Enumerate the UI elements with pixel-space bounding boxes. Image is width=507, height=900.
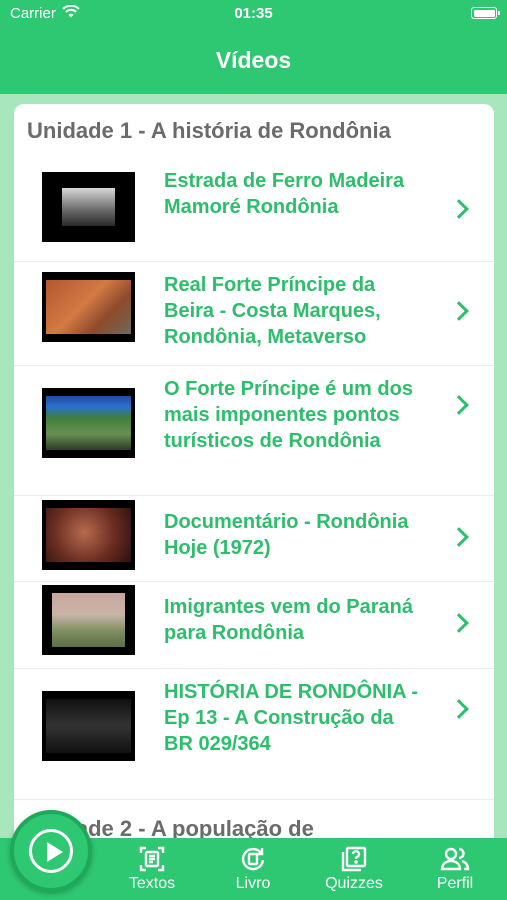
video-row[interactable]: HISTÓRIA DE RONDÔNIA - Ep 13 - A Constru… <box>14 669 494 800</box>
question-book-icon <box>340 844 368 874</box>
chevron-right-icon <box>449 199 469 219</box>
tab-label: Textos <box>128 875 176 892</box>
carrier-label: Carrier <box>10 4 56 22</box>
video-thumbnail <box>42 388 135 458</box>
video-thumbnail <box>42 272 135 342</box>
book-refresh-icon <box>239 844 267 874</box>
chevron-right-icon <box>449 301 469 321</box>
video-thumbnail <box>42 172 135 242</box>
video-title: Real Forte Príncipe da Beira - Costa Mar… <box>164 274 381 348</box>
tab-perfil[interactable]: Perfil <box>410 838 500 900</box>
video-title: Documentário - Rondônia Hoje (1972) <box>164 511 409 559</box>
tab-label: Quizzes <box>325 875 383 892</box>
tab-label: Livro <box>235 875 271 892</box>
video-title: HISTÓRIA DE RONDÔNIA - Ep 13 - A Constru… <box>164 681 419 755</box>
chevron-right-icon <box>449 527 469 547</box>
battery-icon <box>471 7 500 19</box>
video-thumbnail <box>42 500 135 570</box>
document-scan-icon <box>138 844 166 874</box>
video-title: Imigrantes vem do Paraná para Rondônia <box>164 596 413 644</box>
status-bar: Carrier 01:35 <box>0 0 507 26</box>
video-thumbnail <box>42 691 135 761</box>
video-title: O Forte Príncipe é um dos mais imponente… <box>164 378 413 452</box>
video-row[interactable]: Documentário - Rondônia Hoje (1972) <box>14 496 494 582</box>
people-icon <box>440 844 470 874</box>
wifi-icon <box>62 4 80 22</box>
chevron-right-icon <box>449 613 469 633</box>
video-row[interactable]: O Forte Príncipe é um dos mais imponente… <box>14 366 494 496</box>
video-row[interactable]: Real Forte Príncipe da Beira - Costa Mar… <box>14 262 494 366</box>
video-row[interactable]: Imigrantes vem do Paraná para Rondônia <box>14 582 494 669</box>
video-title: Estrada de Ferro Madeira Mamoré Rondônia <box>164 170 405 218</box>
tab-livro[interactable]: Livro <box>208 838 298 900</box>
section-header: Unidade 1 - A história de Rondônia <box>27 118 391 143</box>
tab-textos[interactable]: Textos <box>107 838 197 900</box>
chevron-right-icon <box>449 699 469 719</box>
video-list[interactable]: Unidade 1 - A história de Rondônia Estra… <box>14 104 494 844</box>
tab-label: Perfil <box>436 875 474 892</box>
chevron-right-icon <box>449 395 469 415</box>
video-thumbnail <box>42 585 135 655</box>
play-icon <box>29 829 73 873</box>
video-row[interactable]: Estrada de Ferro Madeira Mamoré Rondônia <box>14 158 494 262</box>
page-title: Vídeos <box>215 46 292 73</box>
play-button[interactable] <box>10 810 92 892</box>
tab-quizzes[interactable]: Quizzes <box>309 838 399 900</box>
nav-bar: Vídeos <box>0 26 507 94</box>
